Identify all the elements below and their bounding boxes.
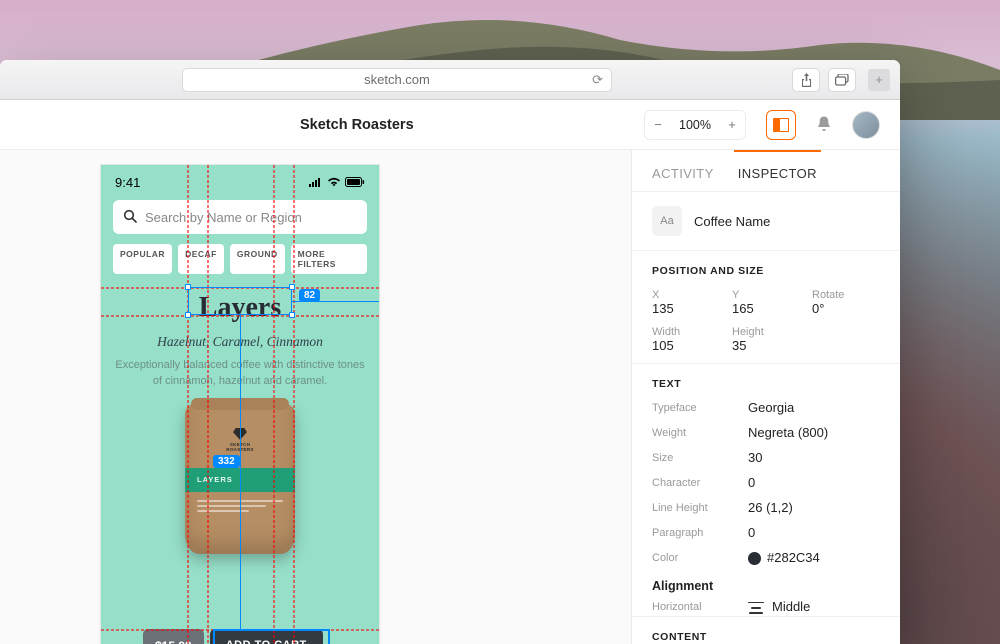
layer-name: Coffee Name — [694, 214, 770, 229]
height-label: Height — [732, 326, 800, 338]
chip-ground[interactable]: GROUND — [230, 244, 285, 274]
filter-row: POPULAR DECAF GROUND MORE FILTERS — [101, 244, 379, 284]
section-content: CONTENT — [632, 616, 900, 644]
status-time: 9:41 — [115, 175, 140, 190]
x-value: 135 — [652, 301, 720, 316]
width-label: Width — [652, 326, 720, 338]
typeface-label: Typeface — [652, 402, 736, 414]
document-title: Sketch Roasters — [300, 117, 414, 133]
product-subtitle: Hazelnut, Caramel, Cinnamon — [115, 334, 365, 350]
tabs-icon[interactable] — [828, 68, 856, 92]
rotate-label: Rotate — [812, 289, 880, 301]
bag-logo: SKETCH ROASTERS — [225, 428, 255, 450]
selected-layer-row: Aa Coffee Name — [632, 192, 900, 250]
status-bar: 9:41 — [101, 165, 379, 196]
signal-icon — [309, 175, 323, 190]
browser-toolbar: sketch.com ⟳ + — [0, 60, 900, 100]
app-header: Sketch Roasters − 100% + — [0, 100, 900, 150]
wifi-icon — [327, 175, 341, 190]
align-middle-icon — [748, 602, 764, 614]
section-position: POSITION AND SIZE — [632, 250, 900, 285]
zoom-in-button[interactable]: + — [719, 111, 745, 139]
canvas[interactable]: 9:41 — [0, 150, 631, 644]
app-controls: − 100% + — [644, 110, 900, 140]
tab-activity[interactable]: ACTIVITY — [652, 166, 714, 181]
color-swatch-icon — [748, 552, 761, 565]
weight-label: Weight — [652, 427, 736, 439]
color-label: Color — [652, 552, 736, 564]
new-tab-button[interactable]: + — [868, 69, 890, 91]
inspector-panel: ACTIVITY INSPECTOR Aa Coffee Name POSITI… — [631, 150, 900, 644]
cta-row: $15.99 ADD TO CART — [143, 629, 323, 644]
layer-type-icon: Aa — [652, 206, 682, 236]
char-value: 0 — [748, 475, 880, 490]
zoom-control: − 100% + — [644, 110, 746, 140]
chip-decaf[interactable]: DECAF — [178, 244, 224, 274]
add-to-cart-button[interactable]: ADD TO CART — [210, 629, 323, 644]
search-icon — [123, 209, 137, 226]
y-value: 165 — [732, 301, 800, 316]
halign-label: Horizontal — [652, 601, 736, 613]
lineheight-label: Line Height — [652, 502, 736, 514]
product-title[interactable]: Layers — [199, 292, 281, 324]
search-input[interactable]: Search by Name or Region — [113, 200, 367, 234]
color-value: #282C34 — [748, 550, 880, 565]
char-label: Character — [652, 477, 736, 489]
zoom-value: 100% — [671, 118, 719, 132]
product-image: SKETCH ROASTERS LAYERS — [185, 404, 295, 554]
typeface-value: Georgia — [748, 400, 880, 415]
reload-icon[interactable]: ⟳ — [592, 72, 603, 88]
artboard[interactable]: 9:41 — [100, 164, 380, 644]
address-bar[interactable]: sketch.com ⟳ — [182, 68, 612, 92]
avatar[interactable] — [852, 111, 880, 139]
search-placeholder: Search by Name or Region — [145, 210, 302, 225]
chip-more-filters[interactable]: MORE FILTERS — [291, 244, 367, 274]
height-value: 35 — [732, 338, 800, 353]
address-bar-text: sketch.com — [364, 72, 430, 87]
product-hero: Layers Hazelnut, Caramel, Cinnamon Excep… — [101, 284, 379, 554]
battery-icon — [345, 175, 365, 190]
product-description: Exceptionally balanced coffee with disti… — [115, 358, 365, 390]
rotate-value: 0° — [812, 301, 880, 316]
price-badge[interactable]: $15.99 — [143, 629, 204, 644]
paragraph-value: 0 — [748, 525, 880, 540]
tab-inspector[interactable]: INSPECTOR — [738, 166, 817, 181]
width-value: 105 — [652, 338, 720, 353]
section-text: TEXT — [632, 363, 900, 398]
lineheight-value: 26 (1,2) — [748, 500, 880, 515]
weight-value: Negreta (800) — [748, 425, 880, 440]
alignment-title: Alignment — [632, 567, 900, 597]
bag-band: LAYERS — [185, 468, 295, 492]
zoom-out-button[interactable]: − — [645, 111, 671, 139]
paragraph-label: Paragraph — [652, 527, 736, 539]
y-label: Y — [732, 289, 800, 301]
browser-window: sketch.com ⟳ + Sketch Roasters − 100% + — [0, 60, 900, 644]
chip-popular[interactable]: POPULAR — [113, 244, 172, 274]
halign-value: Middle — [748, 599, 880, 614]
notifications-icon[interactable] — [816, 115, 832, 135]
app-content: 9:41 — [0, 150, 900, 644]
size-label: Size — [652, 452, 736, 464]
share-icon[interactable] — [792, 68, 820, 92]
x-label: X — [652, 289, 720, 301]
panel-toggle-button[interactable] — [766, 110, 796, 140]
size-value: 30 — [748, 450, 880, 465]
inspector-tabs: ACTIVITY INSPECTOR — [632, 150, 900, 192]
